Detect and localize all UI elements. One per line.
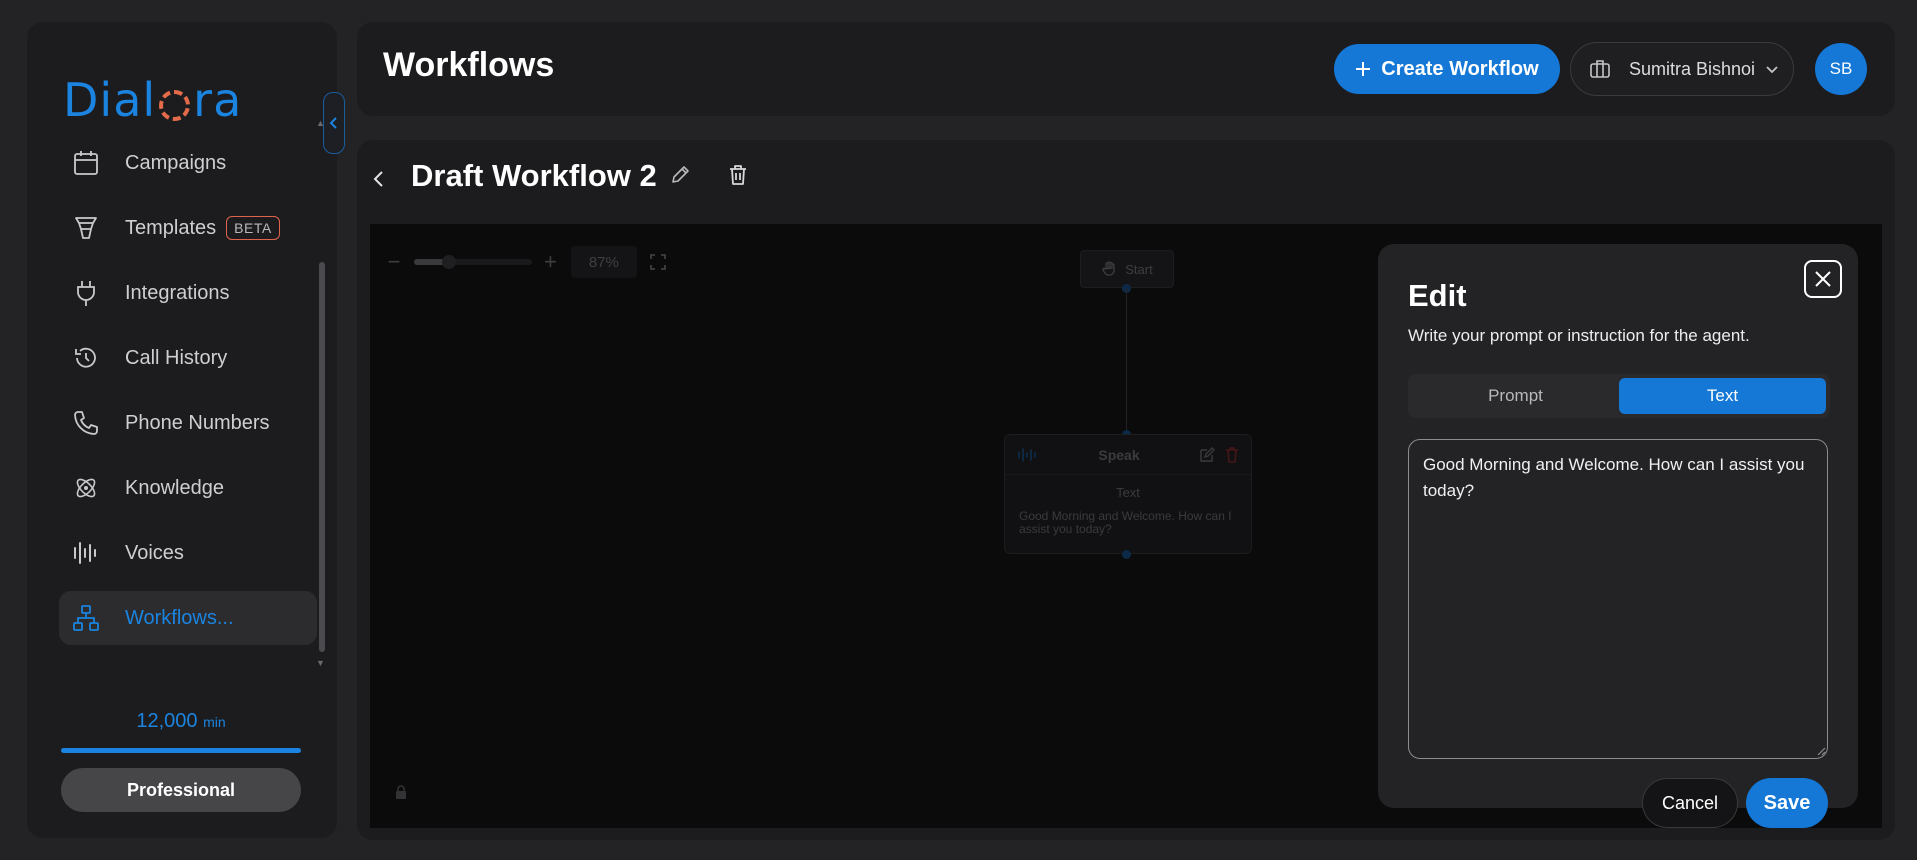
logo-text-left: Dial [63, 73, 157, 127]
text-input[interactable]: Good Morning and Welcome. How can I assi… [1408, 439, 1828, 759]
sidebar-item-label: Campaigns [125, 151, 227, 174]
lock-canvas-button[interactable] [394, 784, 408, 800]
start-node-label: Start [1125, 261, 1153, 277]
sidebar-item-label: Integrations [125, 281, 230, 304]
sidebar-item-knowledge[interactable]: Knowledge [59, 461, 317, 515]
speak-node-header: Speak [1005, 435, 1251, 475]
speak-node-output-handle[interactable] [1122, 550, 1131, 559]
mode-toggle: Prompt Text [1408, 374, 1830, 418]
trash-icon [730, 165, 746, 185]
pencil-icon [672, 166, 689, 183]
atom-icon [76, 478, 96, 498]
logo: Dial ra [63, 60, 242, 140]
sidebar-item-workflows[interactable]: Workflows... [59, 591, 317, 645]
funnel-icon [75, 217, 97, 239]
logo-ring-icon [159, 89, 191, 121]
minutes-value: 12,000 [136, 710, 198, 732]
workflow-icon [73, 605, 99, 631]
tab-text[interactable]: Text [1619, 378, 1826, 414]
top-header: Workflows Create Workflow Sumitra Bishno… [357, 22, 1895, 116]
back-button[interactable] [371, 168, 387, 190]
dialog-title: Edit [1408, 278, 1467, 313]
sidebar-item-call-history[interactable]: Call History [59, 331, 317, 385]
zoom-in-button[interactable]: + [544, 249, 557, 275]
sidebar-item-label: Voices [125, 541, 184, 564]
fit-view-button[interactable] [649, 253, 667, 271]
sidebar-item-campaigns[interactable]: Campaigns [59, 136, 317, 190]
speak-node[interactable]: Speak Text Good Morning and Welcome. How… [1004, 434, 1252, 554]
speak-node-title: Speak [1098, 446, 1140, 463]
scroll-down-arrow[interactable]: ▼ [316, 658, 325, 668]
waveform-icon [74, 542, 96, 564]
speak-node-text: Good Morning and Welcome. How can I assi… [1019, 509, 1232, 536]
speak-node-subtitle: Text [1116, 485, 1140, 500]
scroll-up-arrow[interactable]: ▲ [316, 118, 325, 128]
delete-workflow-button[interactable] [727, 164, 749, 186]
create-workflow-button[interactable]: Create Workflow [1334, 44, 1560, 94]
phone-icon [74, 411, 98, 435]
plus-icon [1356, 62, 1371, 76]
edit-dialog: Edit Write your prompt or instruction fo… [1378, 244, 1858, 828]
sidebar-item-phone-numbers[interactable]: Phone Numbers [59, 396, 317, 450]
page-title: Workflows [383, 46, 555, 84]
workflow-name: Draft Workflow 2 [411, 158, 657, 193]
lock-icon [396, 785, 406, 799]
fullscreen-icon [649, 254, 666, 270]
waveform-icon [1018, 447, 1036, 462]
delete-node-icon[interactable] [1225, 446, 1239, 463]
sidebar-scrollbar[interactable] [319, 262, 325, 652]
plug-icon [77, 281, 95, 306]
sidebar-nav: Campaigns Templates BETA Integrations Ca… [59, 136, 317, 656]
sidebar-item-label: Templates [125, 216, 217, 239]
logo-text-right: ra [193, 73, 243, 127]
calendar-icon [74, 151, 98, 175]
history-icon [75, 347, 96, 368]
minutes-balance: 12,000 min [61, 710, 301, 733]
account-switcher[interactable]: Sumitra Bishnoi [1570, 42, 1794, 96]
sidebar-item-label: Call History [125, 346, 228, 369]
start-node[interactable]: Start [1080, 250, 1174, 288]
sidebar-item-voices[interactable]: Voices [59, 526, 317, 580]
cancel-button[interactable]: Cancel [1642, 778, 1738, 828]
sidebar-item-label: Phone Numbers [125, 411, 270, 434]
sidebar-item-label: Workflows... [125, 606, 234, 629]
edit-node-icon[interactable] [1199, 446, 1215, 463]
collapse-sidebar-button[interactable] [323, 92, 345, 154]
sidebar: Dial ra Campaigns Templates BETA Integrat… [27, 22, 345, 838]
zoom-level: 87% [570, 246, 637, 278]
sidebar-item-label: Knowledge [125, 476, 224, 499]
chevron-left-icon [329, 117, 337, 129]
close-dialog-button[interactable] [1804, 260, 1842, 298]
briefcase-icon [1590, 60, 1610, 78]
sidebar-item-templates[interactable]: Templates BETA [59, 201, 317, 255]
create-workflow-label: Create Workflow [1381, 57, 1539, 80]
beta-badge: BETA [226, 216, 280, 240]
zoom-slider-handle[interactable] [442, 255, 456, 269]
rename-workflow-button[interactable] [669, 164, 691, 186]
avatar[interactable]: SB [1815, 43, 1867, 95]
zoom-controls: − + 87% [386, 246, 667, 278]
close-icon [1815, 271, 1831, 287]
minutes-progress-bar [61, 748, 301, 753]
tab-prompt[interactable]: Prompt [1412, 378, 1619, 414]
sidebar-item-integrations[interactable]: Integrations [59, 266, 317, 320]
zoom-slider[interactable] [414, 255, 532, 269]
hand-icon [1102, 261, 1115, 276]
chevron-left-icon [373, 171, 383, 187]
dialog-subtitle: Write your prompt or instruction for the… [1408, 326, 1750, 345]
zoom-out-button[interactable]: − [386, 249, 402, 275]
save-button[interactable]: Save [1746, 778, 1828, 828]
chevron-down-icon [1766, 66, 1778, 74]
minutes-unit: min [203, 714, 226, 730]
account-name: Sumitra Bishnoi [1629, 58, 1756, 79]
resize-handle-icon[interactable] [1816, 746, 1826, 756]
plan-button[interactable]: Professional [61, 768, 301, 812]
workflow-edge [1126, 288, 1127, 440]
